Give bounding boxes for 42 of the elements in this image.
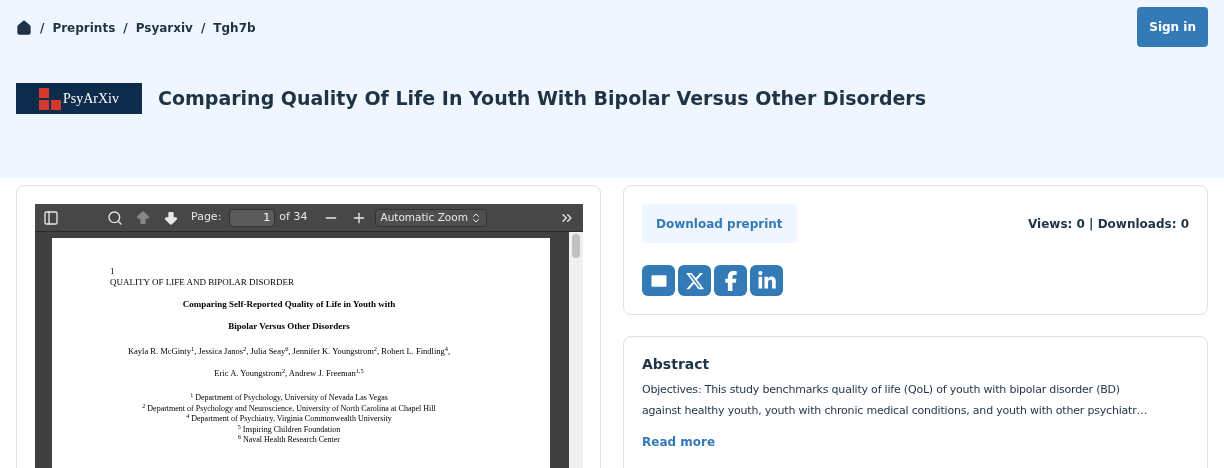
zoom-select[interactable]: Automatic Zoom: [375, 208, 488, 227]
abstract-text: Objectives: This study benchmarks quality of life (QoL) of youth with bipolar disorder (BD) against healthy youth, youth with chronic medical conditions, and youth with other psychiatr…: [642, 382, 1148, 419]
page-number: 1: [110, 266, 116, 277]
page-count: of 34: [279, 209, 308, 226]
paper-title-line: Comparing Self-Reported Quality of Life in Youth with: [181, 299, 397, 310]
share-button[interactable]: [642, 265, 675, 296]
breadcrumb-separator: /: [123, 20, 128, 37]
breadcrumb-separator: /: [200, 20, 206, 37]
page-title: Comparing Quality Of Life In Youth With Bipolar Versus Other Disorders: [158, 86, 927, 112]
sign-in-button[interactable]: Sign in: [1137, 7, 1208, 47]
view-download-stats: Views: 0 | Downloads: 0: [1028, 215, 1189, 233]
linkedin-logo-icon: [756, 270, 777, 291]
page-label: Page:: [191, 209, 222, 226]
sidebar-toggle-icon[interactable]: [43, 209, 59, 226]
next-page-icon[interactable]: [163, 209, 179, 226]
share-button[interactable]: [714, 265, 747, 296]
search-icon[interactable]: [107, 209, 123, 226]
abstract-heading: Abstract: [642, 355, 711, 374]
running-head: QUALITY OF LIFE AND BIPOLAR DISORDER: [110, 277, 295, 288]
affiliation-line: $^{6}$ Naval Health Research Center: [236, 435, 342, 446]
affiliation-line: $^{1}$ Department of Psychology, University of Nevada Las Vegas: [189, 393, 389, 404]
breadcrumb-link[interactable]: Preprints: [52, 19, 116, 37]
breadcrumb-separator: /: [40, 20, 45, 37]
download-preprint-button[interactable]: Download preprint: [642, 204, 797, 243]
share-button[interactable]: [750, 265, 783, 296]
read-more-link[interactable]: Read more: [642, 433, 716, 451]
author-line: Eric A. Youngstrom$^{2}$, Andrew J. Freeman$^{1,5}$: [213, 368, 365, 379]
logo-text: PsyArXiv: [63, 90, 119, 108]
author-line: Kayla R. McGinty$^{1}$, Jessica Janos$^{2}$, Julia Seay$^{6}$, Jennifer K. Youngstrom$^{2}$, Robert L. Findling$^{4}$,: [126, 346, 452, 357]
psyarxiv-logo[interactable]: PsyArXiv: [16, 83, 142, 114]
page-number-field[interactable]: 1: [229, 208, 276, 227]
affiliation-line: $^{5}$ Inspiring Children Foundation: [236, 424, 342, 435]
home-icon[interactable]: [16, 20, 32, 36]
breadcrumb-link[interactable]: Tgh7b: [213, 19, 256, 37]
breadcrumb-link[interactable]: Psyarxiv: [135, 19, 193, 37]
affiliation-line: $^{2}$ Department of Psychology and Neuroscience, University of North Carolina at Chapel Hill: [141, 403, 437, 414]
paper-title-line: Bipolar Versus Other Disorders: [227, 321, 351, 332]
x-logo-icon: [684, 270, 705, 291]
logo-blocks-icon: [39, 87, 61, 110]
affiliation-line: $^{4}$ Department of Psychiatry, Virginia Commonwealth University: [185, 414, 393, 425]
share-button[interactable]: [678, 265, 711, 296]
scrollbar-thumb[interactable]: [572, 234, 580, 258]
